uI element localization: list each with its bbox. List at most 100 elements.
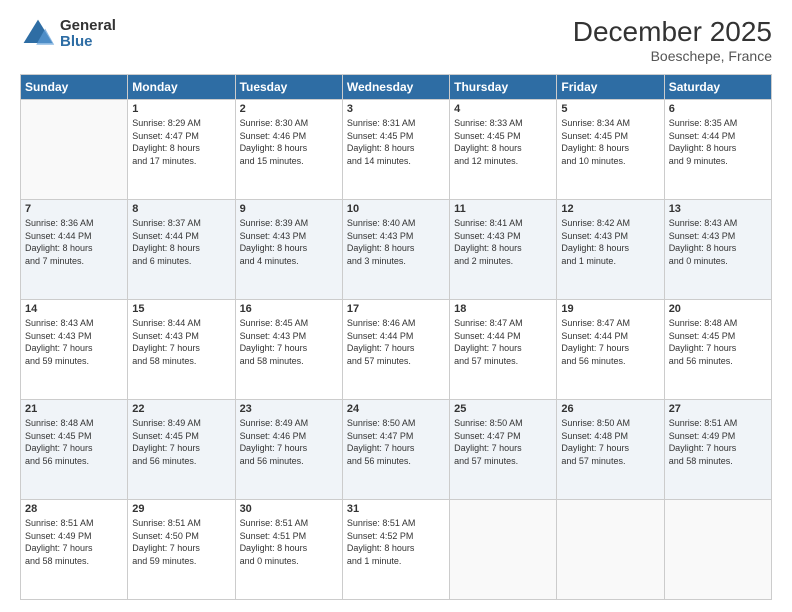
day-number: 20 [669,303,767,315]
day-number: 24 [347,403,445,415]
page: General Blue December 2025 Boeschepe, Fr… [0,0,792,612]
title-block: December 2025 Boeschepe, France [573,16,772,64]
day-info: Sunrise: 8:39 AM Sunset: 4:43 PM Dayligh… [240,217,338,267]
day-info: Sunrise: 8:51 AM Sunset: 4:49 PM Dayligh… [25,517,123,567]
day-header-saturday: Saturday [664,75,771,100]
day-number: 22 [132,403,230,415]
day-number: 19 [561,303,659,315]
day-info: Sunrise: 8:51 AM Sunset: 4:51 PM Dayligh… [240,517,338,567]
day-number: 25 [454,403,552,415]
day-info: Sunrise: 8:50 AM Sunset: 4:47 PM Dayligh… [454,417,552,467]
day-header-thursday: Thursday [450,75,557,100]
calendar-cell: 8 Sunrise: 8:37 AM Sunset: 4:44 PM Daylig… [128,200,235,300]
calendar-cell [21,100,128,200]
day-number: 8 [132,203,230,215]
day-info: Sunrise: 8:37 AM Sunset: 4:44 PM Dayligh… [132,217,230,267]
day-number: 1 [132,103,230,115]
day-number: 29 [132,503,230,515]
calendar-cell: 29Sunrise: 8:51 AM Sunset: 4:50 PM Dayli… [128,500,235,600]
day-number: 13 [669,203,767,215]
day-number: 31 [347,503,445,515]
calendar-cell: 12 Sunrise: 8:42 AM Sunset: 4:43 PM Dayli… [557,200,664,300]
calendar-cell: 6 Sunrise: 8:35 AM Sunset: 4:44 PM Daylig… [664,100,771,200]
day-number: 18 [454,303,552,315]
logo-line1: General [60,18,116,35]
day-info: Sunrise: 8:47 AM Sunset: 4:44 PM Dayligh… [454,317,552,367]
day-info: Sunrise: 8:30 AM Sunset: 4:46 PM Dayligh… [240,117,338,167]
calendar-cell: 22 Sunrise: 8:49 AM Sunset: 4:45 PM Dayli… [128,400,235,500]
calendar-cell: 25 Sunrise: 8:50 AM Sunset: 4:47 PM Dayli… [450,400,557,500]
calendar-cell: 31 Sunrise: 8:51 AM Sunset: 4:52 PM Dayli… [342,500,449,600]
location: Boeschepe, France [573,48,772,64]
calendar-cell: 17 Sunrise: 8:46 AM Sunset: 4:44 PM Dayli… [342,300,449,400]
day-number: 28 [25,503,123,515]
day-number: 27 [669,403,767,415]
day-number: 26 [561,403,659,415]
day-header-tuesday: Tuesday [235,75,342,100]
day-number: 4 [454,103,552,115]
calendar-cell: 26 Sunrise: 8:50 AM Sunset: 4:48 PM Dayli… [557,400,664,500]
day-number: 14 [25,303,123,315]
calendar-cell: 13Sunrise: 8:43 AM Sunset: 4:43 PM Dayli… [664,200,771,300]
day-info: Sunrise: 8:46 AM Sunset: 4:44 PM Dayligh… [347,317,445,367]
day-info: Sunrise: 8:48 AM Sunset: 4:45 PM Dayligh… [669,317,767,367]
calendar-cell: 15Sunrise: 8:44 AM Sunset: 4:43 PM Dayli… [128,300,235,400]
calendar-week-row: 28 Sunrise: 8:51 AM Sunset: 4:49 PM Dayli… [21,500,772,600]
calendar-cell [450,500,557,600]
day-info: Sunrise: 8:36 AM Sunset: 4:44 PM Dayligh… [25,217,123,267]
calendar-cell: 27 Sunrise: 8:51 AM Sunset: 4:49 PM Dayli… [664,400,771,500]
calendar-cell: 20 Sunrise: 8:48 AM Sunset: 4:45 PM Dayli… [664,300,771,400]
calendar-cell: 9 Sunrise: 8:39 AM Sunset: 4:43 PM Daylig… [235,200,342,300]
calendar-cell: 18 Sunrise: 8:47 AM Sunset: 4:44 PM Dayli… [450,300,557,400]
day-info: Sunrise: 8:35 AM Sunset: 4:44 PM Dayligh… [669,117,767,167]
day-number: 11 [454,203,552,215]
day-info: Sunrise: 8:50 AM Sunset: 4:47 PM Dayligh… [347,417,445,467]
calendar-cell: 3Sunrise: 8:31 AM Sunset: 4:45 PM Daylig… [342,100,449,200]
day-number: 6 [669,103,767,115]
day-number: 23 [240,403,338,415]
day-info: Sunrise: 8:49 AM Sunset: 4:45 PM Dayligh… [132,417,230,467]
calendar-week-row: 7 Sunrise: 8:36 AM Sunset: 4:44 PM Daylig… [21,200,772,300]
logo-icon [20,16,56,52]
day-info: Sunrise: 8:42 AM Sunset: 4:43 PM Dayligh… [561,217,659,267]
day-info: Sunrise: 8:34 AM Sunset: 4:45 PM Dayligh… [561,117,659,167]
day-info: Sunrise: 8:31 AM Sunset: 4:45 PM Dayligh… [347,117,445,167]
day-info: Sunrise: 8:33 AM Sunset: 4:45 PM Dayligh… [454,117,552,167]
calendar-cell: 10Sunrise: 8:40 AM Sunset: 4:43 PM Dayli… [342,200,449,300]
logo: General Blue [20,16,116,52]
calendar-cell: 16Sunrise: 8:45 AM Sunset: 4:43 PM Dayli… [235,300,342,400]
day-info: Sunrise: 8:41 AM Sunset: 4:43 PM Dayligh… [454,217,552,267]
day-header-friday: Friday [557,75,664,100]
day-number: 2 [240,103,338,115]
calendar-header-row: SundayMondayTuesdayWednesdayThursdayFrid… [21,75,772,100]
day-header-wednesday: Wednesday [342,75,449,100]
calendar-cell: 23Sunrise: 8:49 AM Sunset: 4:46 PM Dayli… [235,400,342,500]
day-info: Sunrise: 8:50 AM Sunset: 4:48 PM Dayligh… [561,417,659,467]
day-number: 21 [25,403,123,415]
day-info: Sunrise: 8:45 AM Sunset: 4:43 PM Dayligh… [240,317,338,367]
calendar-cell: 4 Sunrise: 8:33 AM Sunset: 4:45 PM Daylig… [450,100,557,200]
calendar-cell: 24 Sunrise: 8:50 AM Sunset: 4:47 PM Dayli… [342,400,449,500]
day-number: 10 [347,203,445,215]
calendar-cell [664,500,771,600]
day-number: 9 [240,203,338,215]
day-number: 12 [561,203,659,215]
calendar-week-row: 1Sunrise: 8:29 AM Sunset: 4:47 PM Daylig… [21,100,772,200]
day-number: 15 [132,303,230,315]
day-header-sunday: Sunday [21,75,128,100]
day-info: Sunrise: 8:51 AM Sunset: 4:49 PM Dayligh… [669,417,767,467]
day-number: 5 [561,103,659,115]
calendar-cell: 5 Sunrise: 8:34 AM Sunset: 4:45 PM Daylig… [557,100,664,200]
day-info: Sunrise: 8:51 AM Sunset: 4:52 PM Dayligh… [347,517,445,567]
calendar-cell: 30Sunrise: 8:51 AM Sunset: 4:51 PM Dayli… [235,500,342,600]
calendar-week-row: 21Sunrise: 8:48 AM Sunset: 4:45 PM Dayli… [21,400,772,500]
calendar-cell: 11 Sunrise: 8:41 AM Sunset: 4:43 PM Dayli… [450,200,557,300]
calendar-cell: 1Sunrise: 8:29 AM Sunset: 4:47 PM Daylig… [128,100,235,200]
day-number: 7 [25,203,123,215]
calendar: SundayMondayTuesdayWednesdayThursdayFrid… [20,74,772,600]
day-header-monday: Monday [128,75,235,100]
calendar-cell: 21Sunrise: 8:48 AM Sunset: 4:45 PM Dayli… [21,400,128,500]
day-number: 17 [347,303,445,315]
calendar-cell: 7 Sunrise: 8:36 AM Sunset: 4:44 PM Daylig… [21,200,128,300]
month-title: December 2025 [573,16,772,48]
